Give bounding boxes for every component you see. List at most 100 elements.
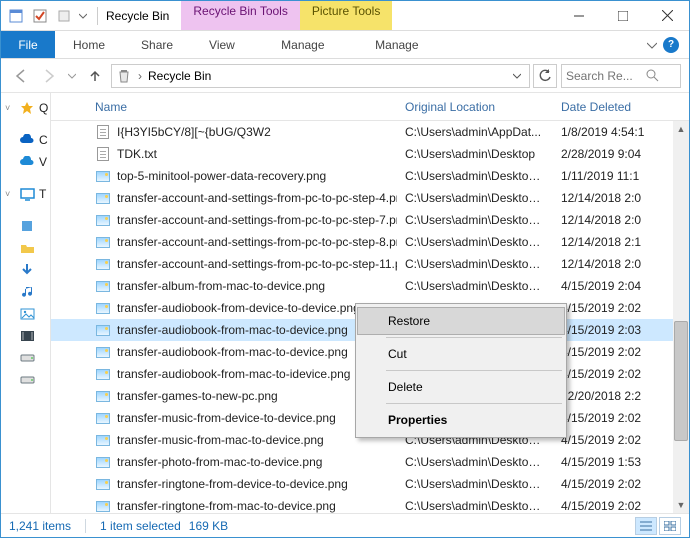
file-name: I{H3YI5bCY/8][~{bUG/Q3W2: [117, 125, 271, 139]
file-row[interactable]: transfer-account-and-settings-from-pc-to…: [51, 231, 689, 253]
file-row[interactable]: transfer-ringtone-from-device-to-device.…: [51, 473, 689, 495]
file-name: transfer-games-to-new-pc.png: [117, 389, 278, 403]
view-tab[interactable]: View: [191, 31, 253, 58]
recycle-bin-icon: [116, 68, 132, 84]
context-restore[interactable]: Restore: [357, 307, 565, 335]
file-row[interactable]: transfer-photo-from-mac-to-device.pngC:\…: [51, 451, 689, 473]
address-history-dropdown[interactable]: [509, 72, 525, 80]
file-date-deleted: 4/15/2019 2:03: [553, 323, 689, 337]
scroll-up-icon[interactable]: ▲: [673, 121, 689, 137]
navigation-pane[interactable]: ˅Q CV ˅T: [1, 93, 51, 513]
file-name: transfer-music-from-mac-to-device.png: [117, 433, 324, 447]
file-original-location: C:\Users\admin\Desktop...: [397, 235, 553, 249]
file-name: transfer-photo-from-mac-to-device.png: [117, 455, 322, 469]
file-row[interactable]: transfer-account-and-settings-from-pc-to…: [51, 187, 689, 209]
column-header-original-location[interactable]: Original Location: [397, 93, 553, 120]
window-title: Recycle Bin: [106, 9, 169, 23]
view-details-button[interactable]: [635, 517, 657, 535]
file-tab[interactable]: File: [1, 31, 55, 58]
file-row[interactable]: TDK.txtC:\Users\admin\Desktop2/28/2019 9…: [51, 143, 689, 165]
down-icon: [19, 262, 35, 278]
qat-checkbox-icon[interactable]: [29, 5, 51, 27]
file-original-location: C:\Users\admin\Desktop...: [397, 191, 553, 205]
picture-tools-tab-header[interactable]: Picture Tools: [300, 1, 392, 30]
qat-dropdown-icon[interactable]: [77, 5, 89, 27]
cloud-icon: [19, 132, 35, 148]
view-large-icons-button[interactable]: [659, 517, 681, 535]
file-row[interactable]: transfer-account-and-settings-from-pc-to…: [51, 253, 689, 275]
text-file-icon: [95, 124, 111, 140]
nav-pane-item[interactable]: ˅T: [1, 183, 50, 205]
text-file-icon: [95, 146, 111, 162]
context-properties[interactable]: Properties: [358, 407, 564, 433]
context-separator: [386, 337, 562, 338]
image-file-icon: [95, 168, 111, 184]
recycle-bin-tools-tab-header[interactable]: Recycle Bin Tools: [181, 1, 300, 30]
context-cut[interactable]: Cut: [358, 341, 564, 367]
status-item-count: 1,241 items: [9, 519, 71, 533]
home-tab[interactable]: Home: [55, 31, 123, 58]
qat-properties-icon[interactable]: [5, 5, 27, 27]
ribbon-expand-icon[interactable]: [647, 40, 657, 50]
file-name: transfer-album-from-mac-to-device.png: [117, 279, 325, 293]
drive-icon: [19, 372, 35, 388]
up-button[interactable]: [83, 64, 107, 88]
file-original-location: C:\Users\admin\Desktop...: [397, 279, 553, 293]
music-icon: [19, 284, 35, 300]
star-icon: [19, 100, 35, 116]
help-icon[interactable]: ?: [663, 37, 679, 53]
file-row[interactable]: I{H3YI5bCY/8][~{bUG/Q3W2C:\Users\admin\A…: [51, 121, 689, 143]
address-bar[interactable]: › Recycle Bin: [111, 64, 530, 88]
nav-pane-item[interactable]: [1, 259, 50, 281]
nav-pane-item[interactable]: C: [1, 129, 50, 151]
file-row[interactable]: transfer-account-and-settings-from-pc-to…: [51, 209, 689, 231]
image-file-icon: [95, 388, 111, 404]
file-date-deleted: 4/15/2019 2:04: [553, 279, 689, 293]
manage-recycle-tab[interactable]: Manage: [253, 31, 353, 58]
search-box[interactable]: [561, 64, 681, 88]
file-date-deleted: 4/15/2019 2:02: [553, 411, 689, 425]
file-name: transfer-audiobook-from-mac-to-idevice.p…: [117, 367, 350, 381]
scroll-thumb[interactable]: [674, 321, 688, 441]
address-chevron-icon[interactable]: ›: [138, 69, 142, 83]
nav-pane-item[interactable]: [1, 347, 50, 369]
share-tab[interactable]: Share: [123, 31, 191, 58]
file-date-deleted: 4/15/2019 2:02: [553, 499, 689, 513]
nav-pane-item[interactable]: [1, 303, 50, 325]
column-header-date-deleted[interactable]: Date Deleted: [553, 93, 689, 120]
nav-pane-item[interactable]: [1, 369, 50, 391]
back-button[interactable]: [9, 64, 33, 88]
file-row[interactable]: top-5-minitool-power-data-recovery.pngC:…: [51, 165, 689, 187]
file-name: transfer-music-from-device-to-device.png: [117, 411, 336, 425]
image-file-icon: [95, 190, 111, 206]
nav-pane-item[interactable]: [1, 281, 50, 303]
refresh-button[interactable]: [533, 64, 557, 88]
scroll-down-icon[interactable]: ▼: [673, 497, 689, 513]
forward-button[interactable]: [37, 64, 61, 88]
search-input[interactable]: [566, 69, 642, 83]
qat-delete-icon[interactable]: [53, 5, 75, 27]
maximize-button[interactable]: [601, 1, 645, 30]
file-name: TDK.txt: [117, 147, 157, 161]
recent-locations-button[interactable]: [65, 64, 79, 88]
manage-picture-tab[interactable]: Manage: [353, 31, 441, 58]
vertical-scrollbar[interactable]: ▲ ▼: [673, 121, 689, 513]
minimize-button[interactable]: [557, 1, 601, 30]
nav-pane-item[interactable]: V: [1, 151, 50, 173]
image-file-icon: [95, 234, 111, 250]
nav-pane-item[interactable]: [1, 325, 50, 347]
drive-icon: [19, 350, 35, 366]
file-date-deleted: 12/14/2018 2:0: [553, 257, 689, 271]
file-date-deleted: 4/15/2019 2:02: [553, 367, 689, 381]
file-row[interactable]: transfer-album-from-mac-to-device.png C:\…: [51, 275, 689, 297]
file-row[interactable]: transfer-ringtone-from-mac-to-device.png…: [51, 495, 689, 513]
nav-row: › Recycle Bin: [1, 59, 689, 93]
nav-pane-item[interactable]: [1, 237, 50, 259]
file-date-deleted: 4/15/2019 2:02: [553, 477, 689, 491]
close-button[interactable]: [645, 1, 689, 30]
nav-pane-item[interactable]: ˅Q: [1, 97, 50, 119]
column-header-name[interactable]: Name: [51, 93, 397, 120]
context-delete[interactable]: Delete: [358, 374, 564, 400]
nav-pane-item[interactable]: [1, 215, 50, 237]
context-separator: [386, 370, 562, 371]
